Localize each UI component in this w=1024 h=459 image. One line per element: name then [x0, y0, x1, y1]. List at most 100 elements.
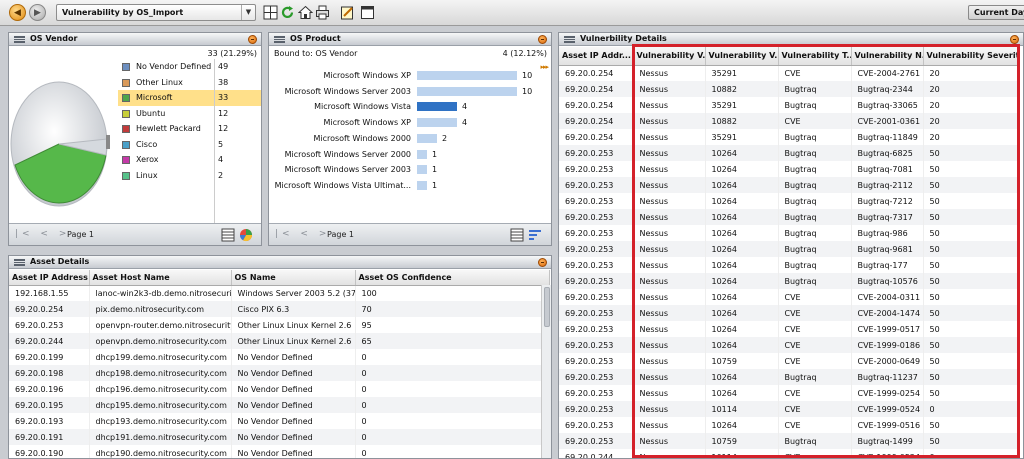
product-bar[interactable] — [417, 71, 517, 80]
vulnerability-table-row[interactable]: 69.20.0.254 Nessus 10882 CVE CVE-2001-0361 20 — [559, 113, 1020, 129]
vulnerability-table-row[interactable]: 69.20.0.253 Nessus 10264 Bugtraq Bugtraq-986… — [559, 225, 1020, 241]
pie-splitter[interactable] — [106, 135, 110, 149]
asset-table-row[interactable]: 192.168.1.55 lanoc-win2k3-db.demo.nitrose… — [9, 285, 550, 301]
vendor-list-item[interactable]: Ubuntu 12 — [118, 106, 261, 122]
vulnerability-table-row[interactable]: 69.20.0.254 Nessus 10882 Bugtraq Bugtraq-234… — [559, 81, 1020, 97]
product-bar-row[interactable]: Microsoft Windows 2000 2 — [269, 131, 549, 145]
product-bar[interactable] — [417, 118, 457, 128]
grid-icon[interactable] — [263, 5, 278, 20]
asset-table-row[interactable]: 69.20.0.199 dhcp199.demo.nitrosecurity.co… — [9, 349, 550, 365]
vulnerability-table-row[interactable]: 69.20.0.253 Nessus 10264 CVE CVE-1999-0186 50 — [559, 337, 1020, 353]
asset-table-row[interactable]: 69.20.0.253 openvpn-router.demo.nitrosecu… — [9, 317, 550, 333]
vendor-pie-chart[interactable] — [8, 77, 111, 211]
vendor-list-item[interactable]: Cisco 5 — [118, 137, 261, 153]
product-bar[interactable] — [417, 180, 427, 190]
pie-chart-icon[interactable] — [239, 228, 253, 242]
pager-buttons[interactable]: |< < > — [15, 229, 70, 239]
product-bar-row[interactable]: Microsoft Windows XP 10 — [269, 68, 549, 82]
column-header[interactable]: Vulnerability Severity — [923, 47, 1020, 66]
list-icon[interactable] — [274, 36, 285, 43]
back-button[interactable]: ◀ — [9, 4, 26, 21]
vulnerability-details-panel: Vulnerbility Details Asset IP Addr... Vul… — [558, 32, 1024, 459]
column-header[interactable]: Vulnerability N... — [851, 47, 924, 66]
vulnerability-table-row[interactable]: 69.20.0.253 Nessus 10264 Bugtraq Bugtraq-708… — [559, 161, 1020, 177]
vertical-scrollbar[interactable] — [541, 285, 551, 458]
list-icon[interactable] — [14, 259, 25, 266]
column-header[interactable]: OS Name — [231, 270, 356, 286]
product-bar[interactable] — [417, 165, 427, 175]
vulnerability-table-row[interactable]: 69.20.0.253 Nessus 10264 CVE CVE-1999-0254 50 — [559, 385, 1020, 401]
asset-table-row[interactable]: 69.20.0.254 pix.demo.nitrosecurity.com Cis… — [9, 301, 550, 317]
product-bar[interactable] — [417, 149, 427, 159]
asset-table-row[interactable]: 69.20.0.195 dhcp195.demo.nitrosecurity.co… — [9, 397, 550, 413]
vulnerability-table-row[interactable]: 69.20.0.253 Nessus 10264 Bugtraq Bugtraq-177… — [559, 257, 1020, 273]
column-header[interactable]: Asset Host Name — [89, 270, 232, 286]
vulnerability-table-row[interactable]: 69.20.0.253 Nessus 10264 CVE CVE-2004-1474 50 — [559, 305, 1020, 321]
forward-button[interactable]: ▶ — [29, 4, 46, 21]
vulnerability-table-row[interactable]: 69.20.0.253 Nessus 10264 Bugtraq Bugtraq-211… — [559, 177, 1020, 193]
vulnerability-table-row[interactable]: 69.20.0.244 Nessus 10114 CVE CVE-1999-0524 0 — [559, 449, 1020, 458]
column-header[interactable]: Vulnerability T... — [778, 47, 852, 66]
product-bar-row[interactable]: Microsoft Windows XP 4 — [269, 115, 549, 129]
asset-table-row[interactable]: 69.20.0.244 openvpn.demo.nitrosecurity.co… — [9, 333, 550, 349]
list-icon[interactable] — [14, 36, 25, 43]
asset-table-row[interactable]: 69.20.0.191 dhcp191.demo.nitrosecurity.co… — [9, 429, 550, 445]
table-view-icon[interactable] — [221, 228, 235, 242]
edit-icon[interactable] — [340, 5, 355, 20]
home-icon[interactable] — [298, 5, 313, 20]
product-bar[interactable] — [417, 86, 517, 96]
column-header[interactable]: Asset OS Confidence — [355, 270, 550, 286]
vulnerability-table-row[interactable]: 69.20.0.253 Nessus 10264 CVE CVE-1999-0516 50 — [559, 417, 1020, 433]
vulnerability-table-row[interactable]: 69.20.0.254 Nessus 35291 CVE CVE-2004-2761 20 — [559, 65, 1020, 81]
vendor-list-item[interactable]: Linux 2 — [118, 168, 261, 184]
vendor-list-item[interactable]: Other Linux 38 — [118, 75, 261, 91]
vulnerability-table-row[interactable]: 69.20.0.253 Nessus 10264 Bugtraq Bugtraq-105… — [559, 273, 1020, 289]
vulnerability-table-row[interactable]: 69.20.0.253 Nessus 10264 CVE CVE-2004-0311 50 — [559, 289, 1020, 305]
vulnerability-table-row[interactable]: 69.20.0.253 Nessus 10759 CVE CVE-2000-0649 50 — [559, 353, 1020, 369]
close-icon[interactable] — [1010, 35, 1019, 44]
vulnerability-table-row[interactable]: 69.20.0.253 Nessus 10264 Bugtraq Bugtraq-721… — [559, 193, 1020, 209]
vulnerability-table-row[interactable]: 69.20.0.253 Nessus 10264 Bugtraq Bugtraq-731… — [559, 209, 1020, 225]
product-bar[interactable] — [417, 102, 457, 112]
vulnerability-table-row[interactable]: 69.20.0.253 Nessus 10264 Bugtraq Bugtraq-968… — [559, 241, 1020, 257]
table-view-icon[interactable] — [510, 228, 524, 242]
scrollbar-thumb[interactable] — [544, 287, 550, 327]
product-bar-row[interactable]: Microsoft Windows Server 2003 1 — [269, 162, 549, 176]
vulnerability-table-row[interactable]: 69.20.0.254 Nessus 35291 Bugtraq Bugtraq-330… — [559, 97, 1020, 113]
vendor-list-item[interactable]: Xerox 4 — [118, 152, 261, 168]
list-icon[interactable] — [564, 36, 575, 43]
vulnerability-table-row[interactable]: 69.20.0.253 Nessus 10264 Bugtraq Bugtraq-112… — [559, 369, 1020, 385]
asset-table-row[interactable]: 69.20.0.196 dhcp196.demo.nitrosecurity.co… — [9, 381, 550, 397]
bar-chart-icon[interactable] — [528, 228, 542, 242]
vendor-list-item[interactable]: Microsoft 33 — [118, 90, 261, 106]
close-icon[interactable] — [248, 35, 257, 44]
vendor-list-item[interactable]: No Vendor Defined 49 — [118, 59, 261, 75]
column-header[interactable]: Asset IP Address — [9, 270, 90, 286]
vulnerability-table-row[interactable]: 69.20.0.253 Nessus 10114 CVE CVE-1999-0524 0 — [559, 401, 1020, 417]
vendor-list-item[interactable]: Hewlett Packard 12 — [118, 121, 261, 137]
column-header[interactable]: Vulnerability V... — [633, 47, 706, 66]
asset-table-row[interactable]: 69.20.0.198 dhcp198.demo.nitrosecurity.co… — [9, 365, 550, 381]
asset-table-row[interactable]: 69.20.0.193 dhcp193.demo.nitrosecurity.co… — [9, 413, 550, 429]
product-bar[interactable] — [417, 133, 437, 143]
view-selector-dropdown[interactable]: Vulnerability by OS_Import ▼ — [56, 4, 256, 21]
product-bar-row[interactable]: Microsoft Windows Vista Ultimat... 1 — [269, 178, 549, 192]
vulnerability-table-row[interactable]: 69.20.0.253 Nessus 10264 Bugtraq Bugtraq-682… — [559, 145, 1020, 161]
product-bar-row[interactable]: Microsoft Windows Server 2003 10 — [269, 84, 549, 98]
current-day-button[interactable]: Current Day — [968, 5, 1024, 20]
window-icon[interactable] — [360, 5, 375, 20]
column-header[interactable]: Asset IP Addr... — [559, 47, 634, 66]
product-bar-row[interactable]: Microsoft Windows Vista 4 — [269, 99, 549, 113]
product-label: Microsoft Windows Server 2003 — [284, 165, 411, 175]
close-icon[interactable] — [538, 258, 547, 267]
product-bar-row[interactable]: Microsoft Windows Server 2000 1 — [269, 147, 549, 161]
vulnerability-table-row[interactable]: 69.20.0.253 Nessus 10264 CVE CVE-1999-0517 50 — [559, 321, 1020, 337]
vulnerability-table-row[interactable]: 69.20.0.254 Nessus 35291 Bugtraq Bugtraq-118… — [559, 129, 1020, 145]
print-icon[interactable] — [315, 5, 330, 20]
refresh-icon[interactable] — [280, 5, 295, 20]
column-header[interactable]: Vulnerability V... — [705, 47, 779, 66]
pager-buttons[interactable]: |< < > — [275, 229, 330, 239]
close-icon[interactable] — [538, 35, 547, 44]
asset-table-row[interactable]: 69.20.0.190 dhcp190.demo.nitrosecurity.co… — [9, 445, 550, 458]
vulnerability-table-row[interactable]: 69.20.0.253 Nessus 10759 Bugtraq Bugtraq-149… — [559, 433, 1020, 449]
